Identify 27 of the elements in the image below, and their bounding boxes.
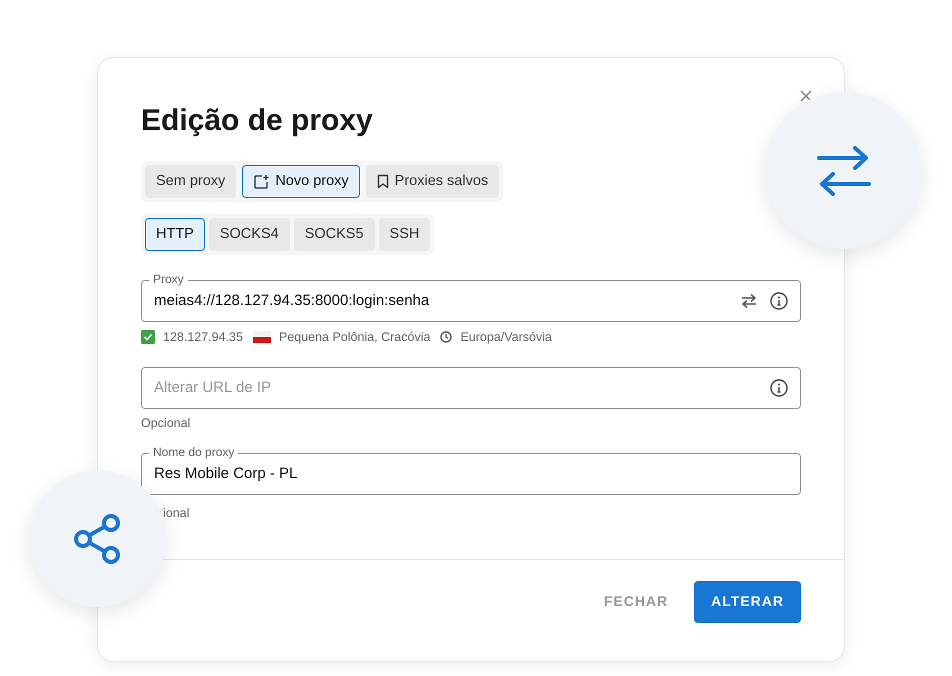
- swap-icon: [816, 144, 872, 196]
- field-label: Nome do proxy: [149, 444, 238, 459]
- helper-text: ional: [163, 506, 190, 520]
- tab[interactable]: SSH: [378, 218, 430, 251]
- swap-icon[interactable]: [740, 293, 758, 309]
- add-note-icon: [253, 174, 270, 190]
- info-icon[interactable]: [770, 378, 788, 397]
- tab[interactable]: SOCKS4: [208, 218, 290, 251]
- tab[interactable]: HTTP: [145, 218, 205, 251]
- share-icon: [72, 514, 122, 564]
- tab[interactable]: SOCKS5: [294, 218, 375, 251]
- tab[interactable]: Proxies salvos: [366, 165, 500, 198]
- location-text: Pequena Polônia, Cracóvia: [278, 329, 430, 346]
- close-icon[interactable]: [799, 89, 813, 103]
- tab[interactable]: Novo proxy: [242, 165, 360, 198]
- field-label: Proxy: [149, 272, 188, 286]
- helper-text: Opcional: [141, 414, 192, 431]
- dialog-title: Edição de proxy: [141, 103, 374, 139]
- bookmark-icon: [376, 174, 389, 189]
- clock-icon: [440, 331, 452, 344]
- ip-address: 128.127.94.35: [163, 329, 243, 346]
- flag-icon: [252, 331, 271, 344]
- info-icon[interactable]: [770, 292, 788, 310]
- ip-url-field[interactable]: Alterar URL de IP: [141, 366, 801, 409]
- submit-button[interactable]: ALTERAR: [694, 580, 801, 623]
- timezone-text: Europa/Varsóvia: [460, 329, 552, 346]
- tab[interactable]: Sem proxy: [145, 165, 236, 198]
